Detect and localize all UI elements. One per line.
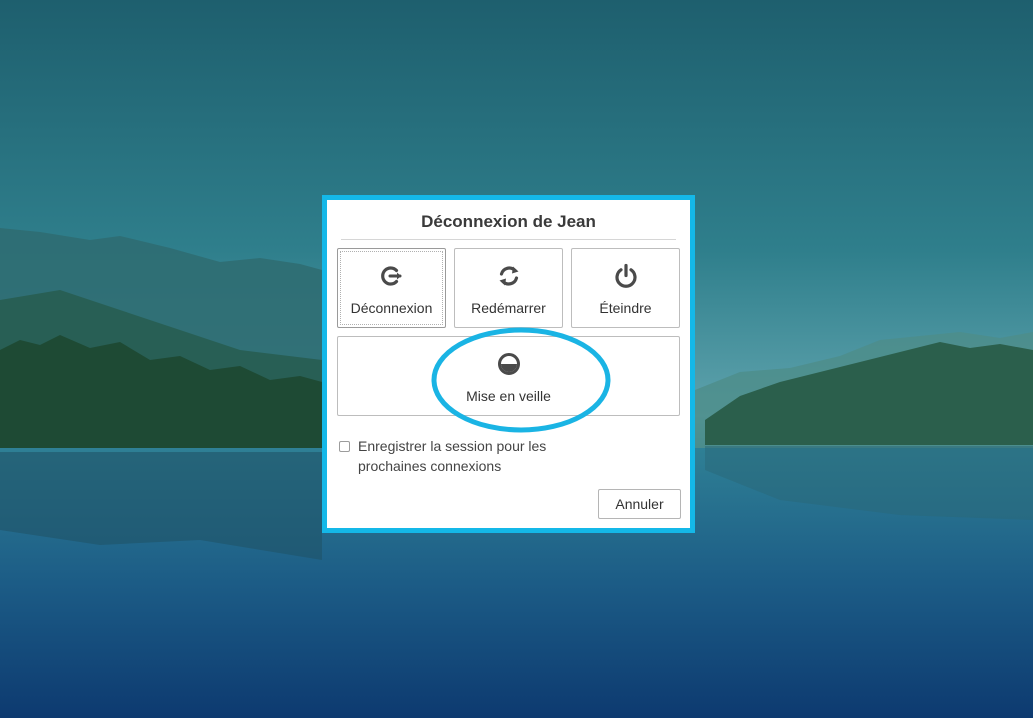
logout-dialog: Déconnexion de Jean Déconnexion Redémarr… bbox=[322, 195, 695, 533]
cancel-button[interactable]: Annuler bbox=[598, 489, 681, 519]
save-session-checkbox[interactable] bbox=[339, 441, 350, 452]
logout-label: Déconnexion bbox=[350, 300, 433, 316]
restart-label: Redémarrer bbox=[471, 300, 546, 316]
save-session-label[interactable]: Enregistrer la session pour les prochain… bbox=[358, 436, 598, 476]
logout-button[interactable]: Déconnexion bbox=[337, 248, 446, 328]
restart-icon bbox=[499, 266, 518, 286]
restart-button[interactable]: Redémarrer bbox=[454, 248, 563, 328]
shutdown-label: Éteindre bbox=[599, 300, 652, 316]
power-icon bbox=[614, 263, 637, 288]
logout-icon bbox=[380, 266, 401, 286]
dialog-title: Déconnexion de Jean bbox=[421, 212, 596, 231]
title-divider bbox=[341, 239, 676, 240]
sleep-icon bbox=[497, 353, 520, 375]
sleep-label: Mise en veille bbox=[466, 388, 551, 404]
sleep-button[interactable]: Mise en veille bbox=[337, 336, 680, 416]
shutdown-button[interactable]: Éteindre bbox=[571, 248, 680, 328]
